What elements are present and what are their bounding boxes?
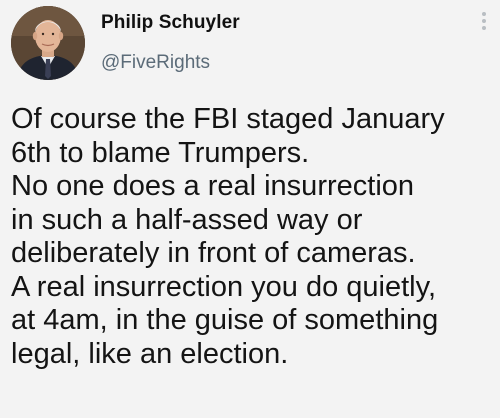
tweet-line: at 4am, in the guise of something [11, 304, 439, 336]
avatar-image [11, 6, 85, 80]
tweet-line: A real insurrection you do quietly, [11, 270, 437, 303]
tweet-card: Philip Schuyler @FiveRights Of course th… [0, 0, 500, 418]
menu-dot [482, 12, 486, 16]
tweet-text: Of course the FBI staged January 6th to … [11, 103, 495, 371]
more-vertical-icon[interactable] [474, 6, 494, 36]
avatar[interactable] [11, 6, 85, 80]
tweet-line: in such a half-assed way or [11, 203, 363, 236]
tweet-line: deliberately in front of cameras. [11, 237, 416, 269]
author-handle[interactable]: @FiveRights [101, 52, 210, 74]
tweet-line: 6th to blame Trumpers. [11, 136, 310, 169]
tweet-line: legal, like an election. [11, 337, 289, 370]
menu-dot [482, 19, 486, 23]
menu-dot [482, 26, 486, 30]
tweet-line: No one does a real insurrection [11, 170, 415, 202]
tweet-line: Of course the FBI staged January [11, 103, 445, 135]
author-name[interactable]: Philip Schuyler [101, 12, 240, 34]
